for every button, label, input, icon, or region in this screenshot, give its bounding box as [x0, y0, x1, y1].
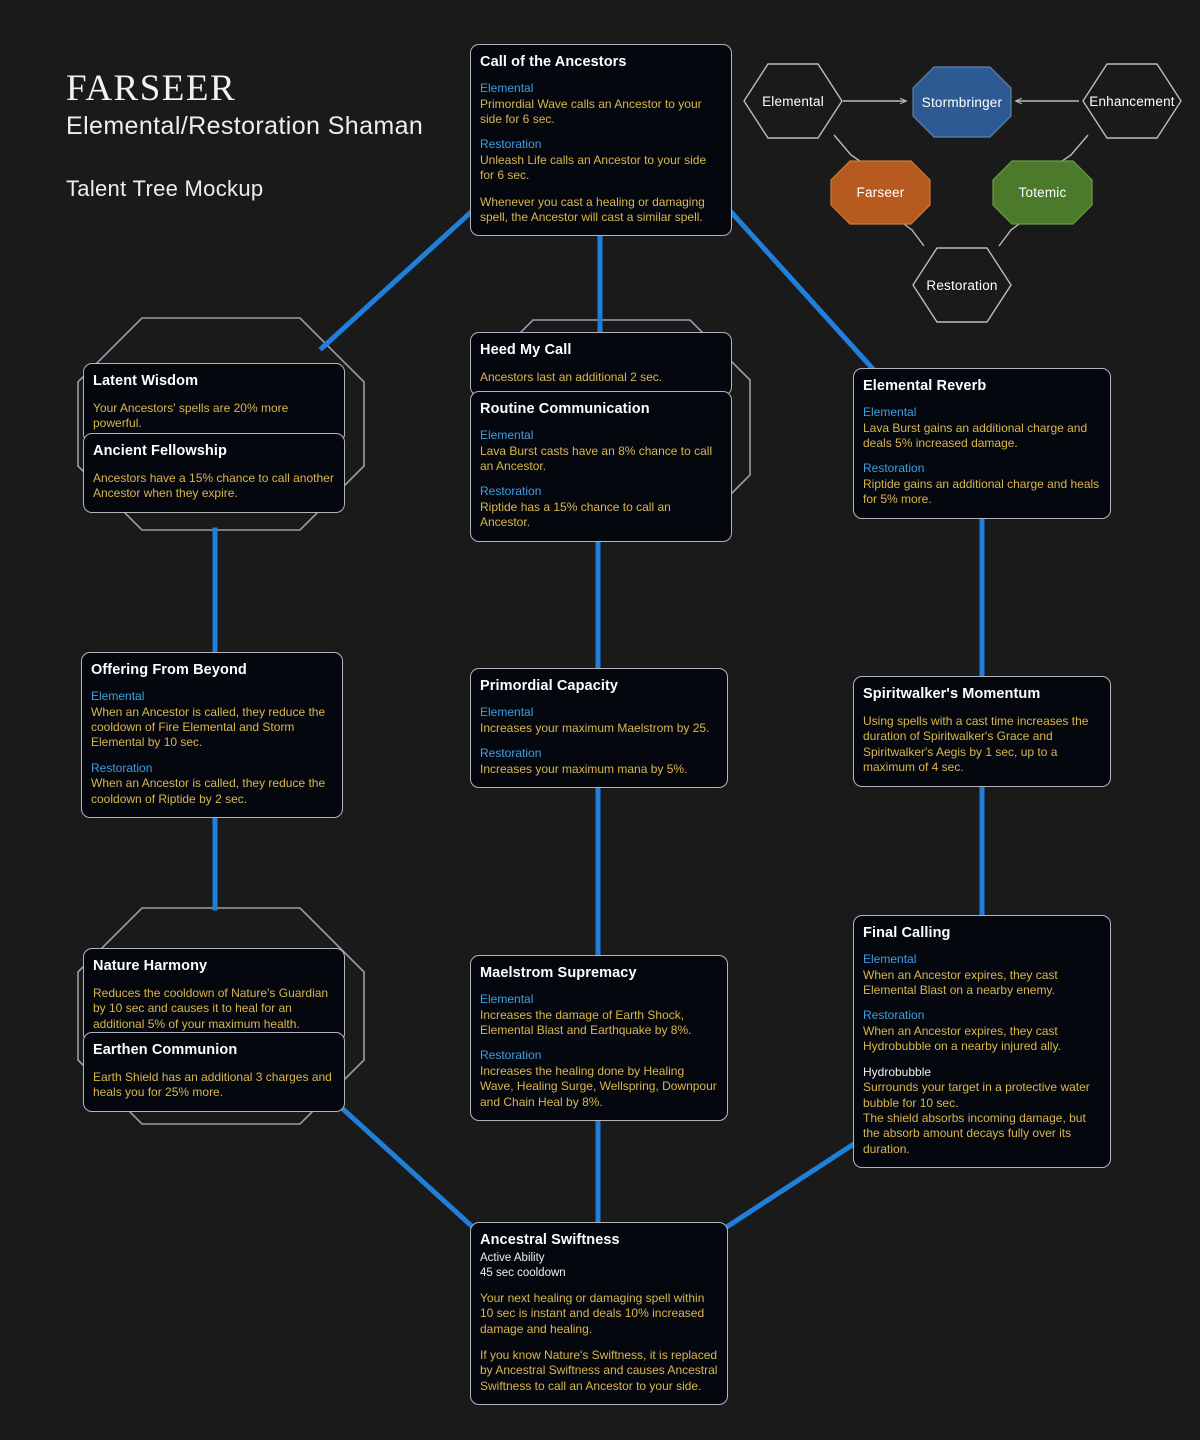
- talent-title: Final Calling: [863, 925, 951, 941]
- talent-body: Your next healing or damaging spell with…: [480, 1290, 705, 1336]
- spec-label-elemental: Elemental: [863, 405, 917, 420]
- talent-body: Primordial Wave calls an Ancestor to you…: [480, 96, 702, 127]
- talent-body: Ancestors last an additional 2 sec.: [480, 370, 663, 385]
- talent-body: Whenever you cast a healing or damaging …: [480, 194, 705, 225]
- talent-title: Heed My Call: [480, 342, 572, 358]
- talent-ability-type: Active Ability: [480, 1252, 545, 1265]
- talent-body: Lava Burst casts have an 8% chance to ca…: [480, 443, 713, 474]
- spec-label-restoration: Restoration: [480, 137, 542, 152]
- page-title: FARSEER: [66, 68, 237, 109]
- spec-label-elemental: Elemental: [480, 992, 534, 1007]
- spec-label-restoration: Restoration: [480, 484, 542, 499]
- talent-body: If you know Nature's Swiftness, it is re…: [480, 1347, 718, 1393]
- talent-body: Increases the healing done by Healing Wa…: [480, 1064, 717, 1109]
- spec-label-elemental: Elemental: [480, 705, 534, 720]
- hex-farseer[interactable]: Farseer: [830, 160, 931, 225]
- talent-title: Latent Wisdom: [93, 373, 199, 389]
- talent-node-ancient-fellowship[interactable]: Ancient Fellowship Ancestors have a 15% …: [83, 433, 345, 513]
- talent-body: Your Ancestors' spells are 20% more powe…: [93, 401, 289, 431]
- talent-node-earthen-communion[interactable]: Earthen Communion Earth Shield has an ad…: [83, 1032, 345, 1112]
- talent-body: When an Ancestor expires, they cast Hydr…: [863, 1024, 1061, 1054]
- talent-title: Offering From Beyond: [91, 662, 247, 678]
- hex-label: Restoration: [926, 277, 998, 293]
- talent-title: Ancestral Swiftness: [480, 1232, 620, 1248]
- talent-body: When an Ancestor is called, they reduce …: [91, 776, 326, 806]
- talent-node-call-of-the-ancestors[interactable]: Call of the Ancestors Elemental Primordi…: [470, 44, 732, 237]
- sub-spell-name-hydrobubble: Hydrobubble: [863, 1064, 932, 1079]
- talent-node-routine-communication[interactable]: Routine Communication Elemental Lava Bur…: [470, 391, 732, 542]
- talent-title: Spiritwalker's Momentum: [863, 686, 1041, 702]
- spec-label-elemental: Elemental: [480, 81, 534, 96]
- talent-body: Surrounds your target in a protective wa…: [863, 1080, 1090, 1110]
- talent-body: Ancestors have a 15% chance to call anot…: [93, 471, 334, 501]
- hex-restoration[interactable]: Restoration: [912, 247, 1012, 323]
- talent-body: Riptide gains an additional charge and h…: [863, 477, 1100, 507]
- spec-label-restoration: Restoration: [480, 1048, 542, 1063]
- talent-cooldown: 45 sec cooldown: [480, 1266, 566, 1279]
- talent-node-elemental-reverb[interactable]: Elemental Reverb Elemental Lava Burst ga…: [853, 368, 1111, 519]
- hex-label: Totemic: [1018, 185, 1067, 200]
- talent-body: Using spells with a cast time increases …: [863, 714, 1089, 775]
- talent-title: Earthen Communion: [93, 1042, 238, 1058]
- page-subtitle: Elemental/Restoration Shaman: [66, 111, 424, 140]
- hex-stormbringer[interactable]: Stormbringer: [912, 66, 1012, 138]
- talent-body: Increases your maximum Maelstrom by 25.: [480, 720, 710, 735]
- talent-body: Increases the damage of Earth Shock, Ele…: [480, 1007, 692, 1038]
- talent-body: Earth Shield has an additional 3 charges…: [93, 1070, 332, 1100]
- spec-label-restoration: Restoration: [91, 760, 153, 775]
- talent-tree-canvas: FARSEER Elemental/Restoration Shaman Tal…: [0, 0, 1200, 1440]
- talent-title: Routine Communication: [480, 401, 650, 417]
- talent-node-ancestral-swiftness[interactable]: Ancestral Swiftness Active Ability 45 se…: [470, 1222, 728, 1406]
- talent-node-heed-my-call[interactable]: Heed My Call Ancestors last an additiona…: [470, 332, 732, 397]
- talent-node-maelstrom-supremacy[interactable]: Maelstrom Supremacy Elemental Increases …: [470, 955, 728, 1122]
- talent-body: Riptide has a 15% chance to call an Ance…: [480, 500, 671, 530]
- talent-body: Reduces the cooldown of Nature's Guardia…: [93, 986, 329, 1031]
- talent-title: Maelstrom Supremacy: [480, 965, 637, 981]
- talent-body: When an Ancestor expires, they cast Elem…: [863, 967, 1058, 998]
- talent-body: Unleash Life calls an Ancestor to your s…: [480, 153, 707, 183]
- talent-title: Elemental Reverb: [863, 378, 987, 394]
- hex-label: Elemental: [762, 93, 824, 109]
- talent-node-primordial-capacity[interactable]: Primordial Capacity Elemental Increases …: [470, 668, 728, 789]
- page-title-block: FARSEER Elemental/Restoration Shaman Tal…: [66, 68, 424, 202]
- hex-enhancement[interactable]: Enhancement: [1082, 63, 1182, 139]
- spec-label-elemental: Elemental: [91, 689, 145, 704]
- talent-body: Lava Burst gains an additional charge an…: [863, 420, 1088, 451]
- talent-node-nature-harmony[interactable]: Nature Harmony Reduces the cooldown of N…: [83, 948, 345, 1044]
- spec-label-restoration: Restoration: [863, 1008, 925, 1023]
- page-note: Talent Tree Mockup: [66, 175, 264, 201]
- hex-totemic[interactable]: Totemic: [992, 160, 1093, 225]
- talent-title: Primordial Capacity: [480, 678, 619, 694]
- talent-node-offering-from-beyond[interactable]: Offering From Beyond Elemental When an A…: [81, 652, 343, 819]
- talent-node-final-calling[interactable]: Final Calling Elemental When an Ancestor…: [853, 915, 1111, 1169]
- spec-label-elemental: Elemental: [480, 428, 534, 443]
- spec-label-restoration: Restoration: [863, 461, 925, 476]
- hex-label: Farseer: [856, 185, 905, 200]
- talent-node-spiritwalkers-momentum[interactable]: Spiritwalker's Momentum Using spells wit…: [853, 676, 1111, 787]
- talent-title: Ancient Fellowship: [93, 443, 227, 459]
- talent-node-latent-wisdom[interactable]: Latent Wisdom Your Ancestors' spells are…: [83, 363, 345, 443]
- talent-body: When an Ancestor is called, they reduce …: [91, 704, 326, 750]
- hex-label: Enhancement: [1089, 93, 1175, 109]
- talent-title: Call of the Ancestors: [480, 54, 627, 70]
- spec-label-restoration: Restoration: [480, 746, 542, 761]
- spec-label-elemental: Elemental: [863, 952, 917, 967]
- hex-label: Stormbringer: [921, 94, 1003, 110]
- talent-body: Increases your maximum mana by 5%.: [480, 761, 688, 776]
- talent-title: Nature Harmony: [93, 958, 208, 974]
- hex-elemental[interactable]: Elemental: [743, 63, 843, 139]
- talent-body: The shield absorbs incoming damage, but …: [863, 1111, 1086, 1156]
